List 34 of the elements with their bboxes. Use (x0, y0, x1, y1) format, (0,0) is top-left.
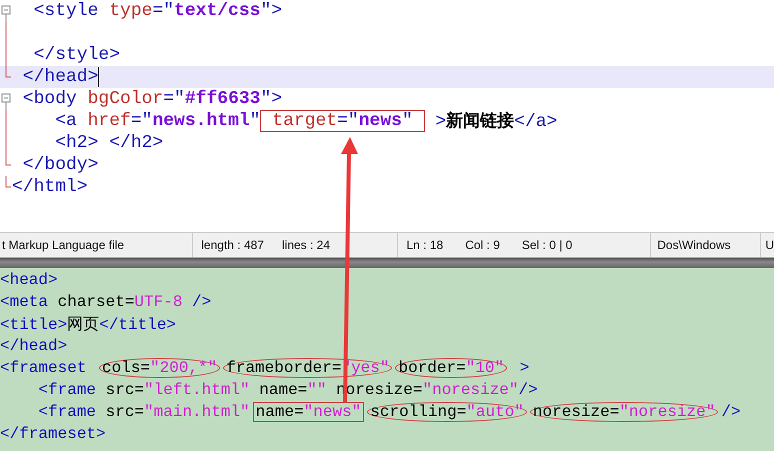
text-cursor (98, 67, 100, 87)
code-text: /> (721, 403, 741, 421)
circled-code: noresize="noresize" (530, 402, 718, 422)
code-text: <a href="news.html" (54, 110, 260, 132)
status-text: U (765, 238, 774, 252)
circled-code: border="10" (395, 358, 508, 378)
boxed-code: name="news" (252, 402, 364, 422)
status-text: Dos\Windows (657, 238, 731, 252)
status-text: length : 487 (201, 238, 264, 252)
code-text: </html> (12, 176, 88, 198)
boxed-code: target="news" (260, 110, 425, 132)
code-text: </head> (0, 337, 68, 355)
code-text: <style type="text/css"> (32, 0, 282, 22)
code-text: <head> (0, 271, 58, 289)
status-text: Sel : 0 | 0 (522, 238, 572, 252)
status-text: Col : 9 (465, 238, 500, 252)
code-text: </frameset> (0, 425, 106, 443)
code-editor[interactable] (0, 268, 774, 451)
status-text: lines : 24 (282, 238, 330, 252)
code-text: <title>网页</title> (0, 314, 176, 334)
status-text: Ln : 18 (406, 238, 444, 252)
code-text: <frame src="main.html" (37, 403, 250, 421)
code-text: <body bgColor="#ff6633"> (22, 88, 282, 110)
circled-code: cols="200,*" (99, 358, 220, 378)
code-text: </body> (22, 154, 98, 176)
code-text: <h2> </h2> (54, 132, 164, 154)
code-text: <frameset (0, 359, 88, 377)
status-text: t Markup Language file (2, 238, 124, 252)
code-text: </head> (22, 66, 98, 88)
code-text: <meta charset=UTF-8 /> (0, 293, 212, 311)
code-text: </style> (32, 44, 120, 66)
code-text: > (518, 359, 530, 377)
circled-code: scrolling="auto" (367, 402, 527, 422)
code-text: >新闻链接</a> (434, 110, 558, 132)
